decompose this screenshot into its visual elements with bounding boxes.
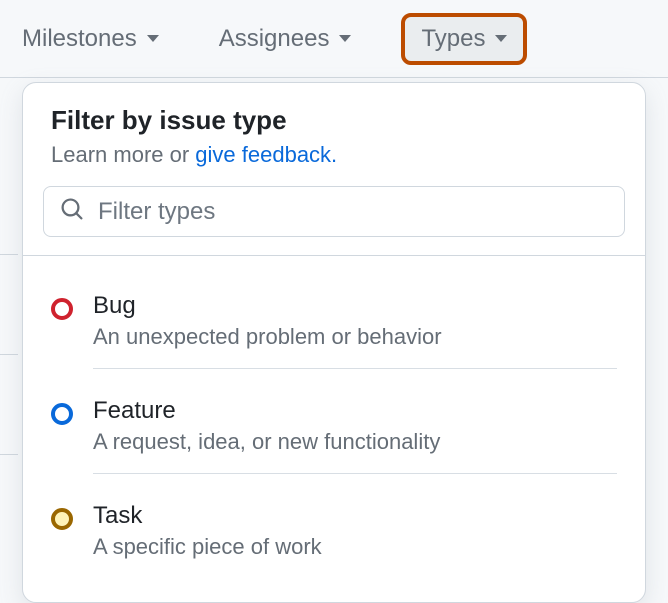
types-dropdown: Filter by issue type Learn more or give … (22, 82, 646, 603)
search-box[interactable] (43, 186, 625, 237)
milestones-filter[interactable]: Milestones (12, 19, 169, 59)
type-desc: A request, idea, or new functionality (93, 429, 617, 455)
type-desc: A specific piece of work (93, 534, 617, 560)
divider (0, 254, 18, 255)
filter-types-input[interactable] (98, 198, 608, 226)
type-list: Bug An unexpected problem or behavior Fe… (23, 256, 645, 602)
search-icon (60, 197, 84, 226)
subtitle-text: Learn more or (51, 142, 195, 167)
type-name: Bug (93, 292, 617, 320)
type-option-bug[interactable]: Bug An unexpected problem or behavior (51, 278, 617, 383)
dropdown-header: Filter by issue type Learn more or give … (23, 83, 645, 186)
type-name: Task (93, 502, 617, 530)
task-icon (51, 508, 73, 530)
dropdown-title: Filter by issue type (51, 105, 617, 136)
type-content: Task A specific piece of work (93, 502, 617, 578)
types-label: Types (421, 25, 485, 53)
search-wrap (23, 186, 645, 256)
assignees-filter[interactable]: Assignees (209, 19, 362, 59)
dropdown-subtitle: Learn more or give feedback. (51, 142, 617, 168)
assignees-label: Assignees (219, 25, 330, 53)
divider (0, 454, 18, 455)
type-option-task[interactable]: Task A specific piece of work (51, 488, 617, 592)
feedback-link[interactable]: give feedback. (195, 142, 337, 167)
type-option-feature[interactable]: Feature A request, idea, or new function… (51, 383, 617, 488)
milestones-label: Milestones (22, 25, 137, 53)
type-content: Feature A request, idea, or new function… (93, 397, 617, 474)
feature-icon (51, 403, 73, 425)
chevron-down-icon (339, 35, 351, 42)
divider (0, 354, 18, 355)
types-filter[interactable]: Types (401, 13, 527, 65)
chevron-down-icon (147, 35, 159, 42)
bug-icon (51, 298, 73, 320)
type-content: Bug An unexpected problem or behavior (93, 292, 617, 369)
chevron-down-icon (495, 35, 507, 42)
type-name: Feature (93, 397, 617, 425)
filter-bar: Milestones Assignees Types (0, 0, 668, 78)
type-desc: An unexpected problem or behavior (93, 324, 617, 350)
